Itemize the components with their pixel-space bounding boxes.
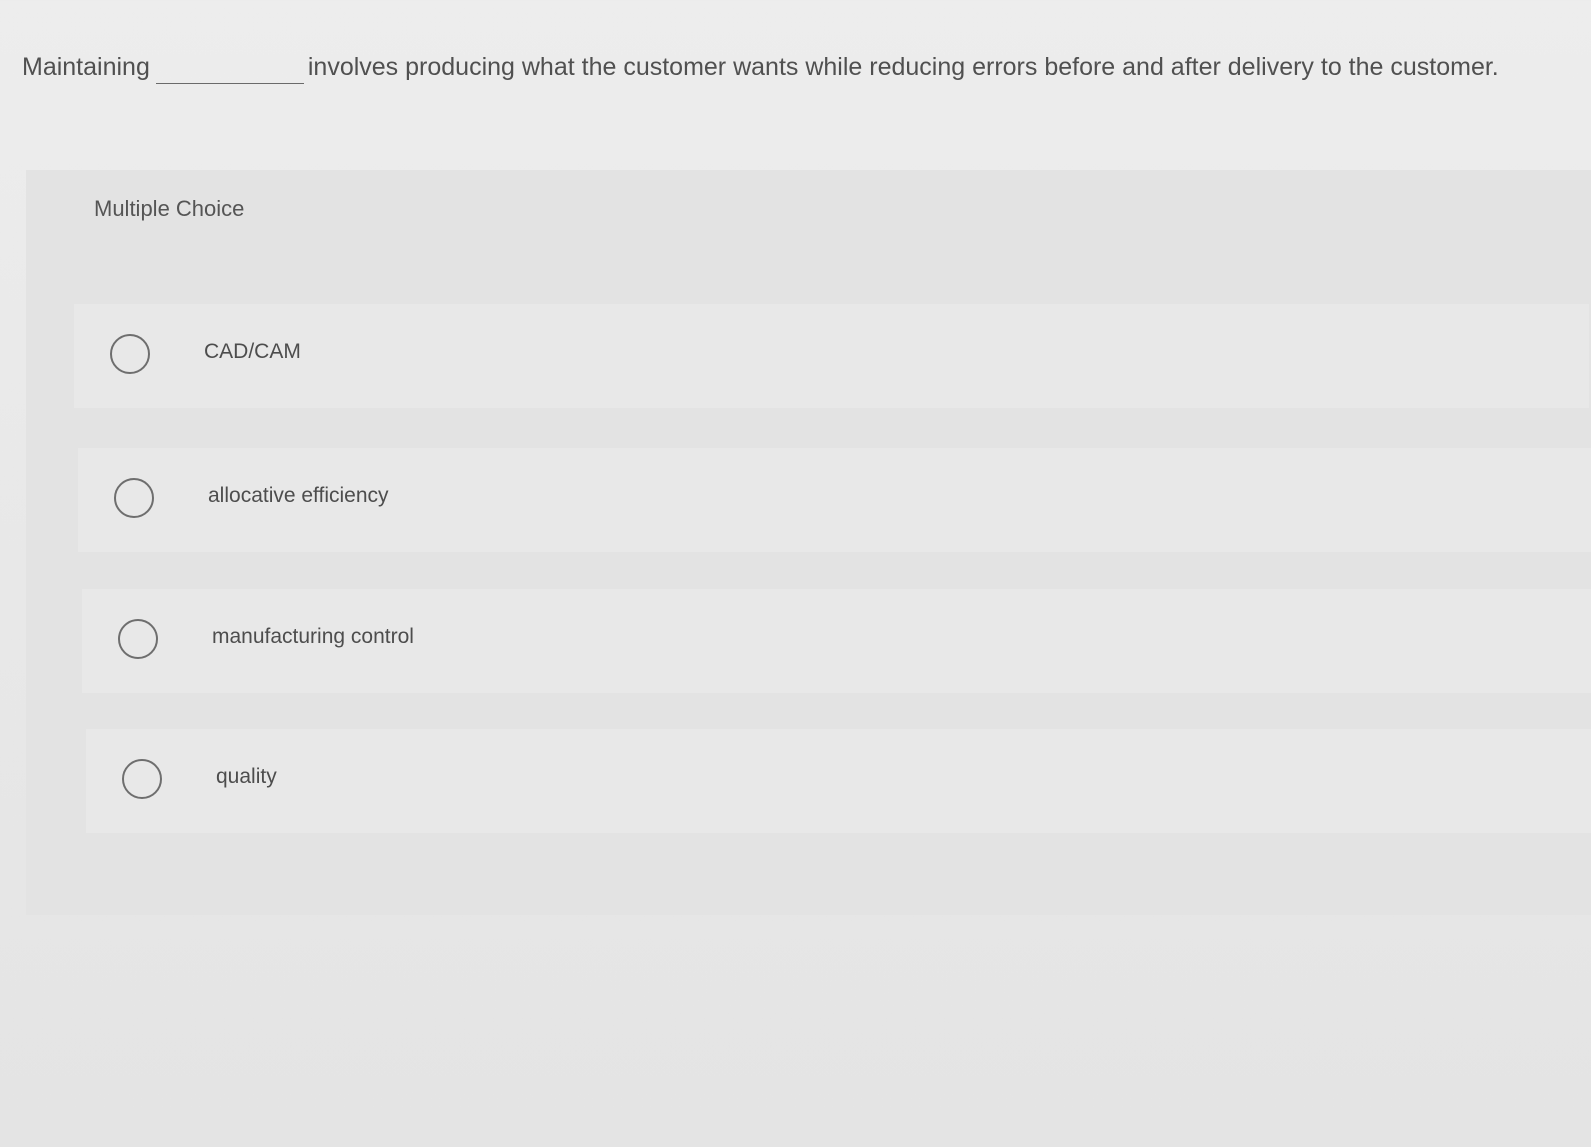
option-allocative-efficiency[interactable]: allocative efficiency [78,448,1591,552]
multiple-choice-label: Multiple Choice [94,196,245,221]
option-quality[interactable]: quality [86,729,1591,833]
radio-button-icon[interactable] [110,334,150,374]
answer-blank [155,57,304,84]
option-label: quality [216,765,277,788]
radio-button-icon[interactable] [114,478,154,518]
option-label: CAD/CAM [204,340,301,363]
option-label: allocative efficiency [208,484,389,507]
radio-button-icon[interactable] [122,759,162,799]
question-suffix: involves producing what the customer wan… [307,53,1499,81]
multiple-choice-panel: Multiple Choice CAD/CAM allocative effic… [26,170,1591,915]
option-label: manufacturing control [212,625,414,648]
question-prefix: Maintaining [22,53,150,81]
radio-button-icon[interactable] [118,619,158,659]
option-cad-cam[interactable]: CAD/CAM [74,304,1589,408]
option-manufacturing-control[interactable]: manufacturing control [82,589,1591,693]
question-text: Maintaining involves producing what the c… [22,50,1562,84]
